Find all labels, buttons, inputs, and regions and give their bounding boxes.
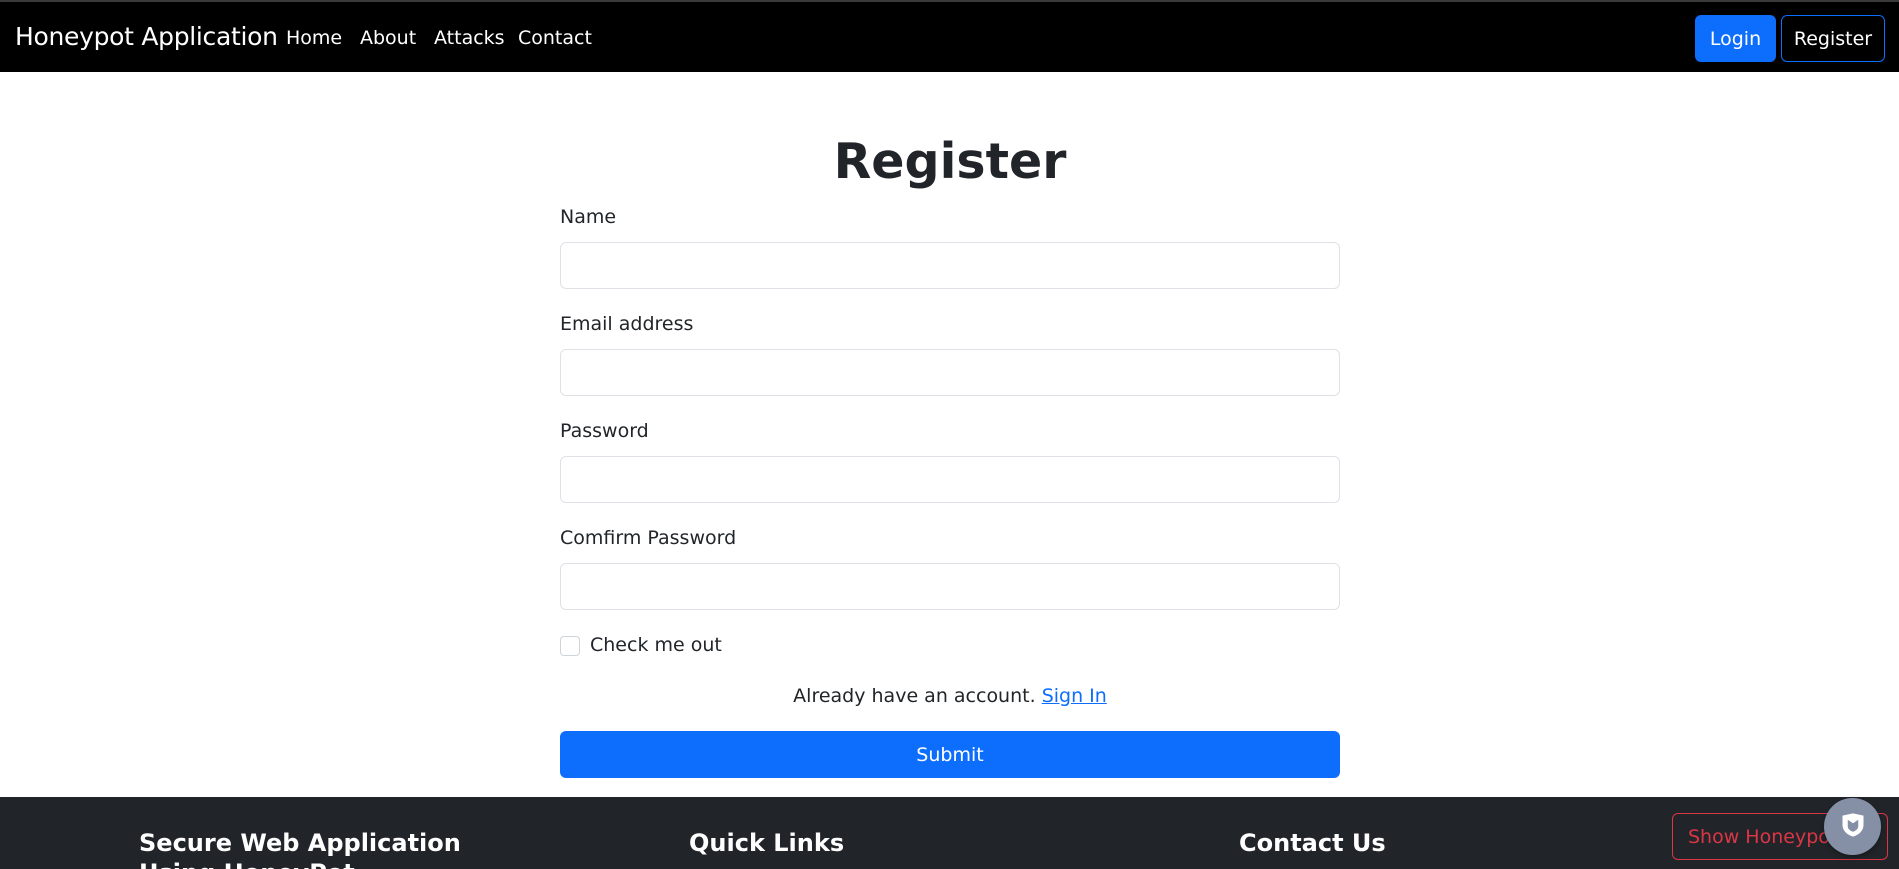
signin-link[interactable]: Sign In: [1042, 685, 1107, 707]
shield-icon: [1839, 811, 1867, 843]
confirm-password-label: Comfirm Password: [560, 527, 737, 549]
register-button[interactable]: Register: [1781, 15, 1885, 62]
footer-col1-subtitle: Using HoneyPot: [139, 859, 355, 869]
floating-widget-button[interactable]: [1824, 798, 1881, 855]
footer-col1-title: Secure Web Application: [139, 829, 461, 857]
email-input[interactable]: [560, 349, 1340, 396]
submit-button[interactable]: Submit: [560, 731, 1340, 778]
footer-quick-links-title: Quick Links: [689, 829, 845, 857]
confirm-password-input[interactable]: [560, 563, 1340, 610]
email-label: Email address: [560, 313, 694, 335]
footer-contact-title: Contact Us: [1239, 829, 1386, 857]
signin-prompt-row: Already have an account. Sign In: [560, 685, 1340, 707]
name-label: Name: [560, 206, 617, 228]
check-me-out-label[interactable]: Check me out: [590, 634, 722, 656]
nav-link-home[interactable]: Home: [286, 27, 342, 49]
nav-link-about[interactable]: About: [360, 27, 416, 49]
password-label: Password: [560, 420, 649, 442]
page-footer: Secure Web Application Using HoneyPot Qu…: [0, 797, 1899, 869]
check-me-out-checkbox[interactable]: [560, 636, 580, 656]
page-title: Register: [833, 133, 1067, 190]
navbar-brand[interactable]: Honeypot Application: [15, 22, 278, 51]
signin-prompt-text: Already have an account.: [793, 685, 1036, 707]
nav-link-attacks[interactable]: Attacks: [434, 27, 505, 49]
password-input[interactable]: [560, 456, 1340, 503]
top-navbar: Honeypot Application Home About Attacks …: [0, 2, 1899, 72]
nav-link-contact[interactable]: Contact: [518, 27, 592, 49]
login-button[interactable]: Login: [1695, 15, 1776, 62]
name-input[interactable]: [560, 242, 1340, 289]
